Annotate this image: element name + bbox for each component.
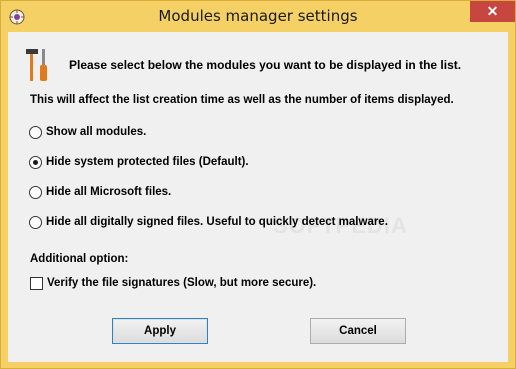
radio-button[interactable] [29,215,42,229]
header-instruction: Please select below the modules you want… [69,58,462,72]
verify-signatures-checkbox[interactable] [30,276,43,290]
radio-button[interactable] [29,185,42,199]
tools-icon [25,47,51,83]
apply-button[interactable]: Apply [112,318,208,344]
cancel-button[interactable]: Cancel [310,318,406,344]
radio-button-selected[interactable] [29,155,42,169]
window-title: Modules manager settings [158,7,358,25]
close-button[interactable]: ✕ [470,1,515,22]
option-hide-system[interactable]: Hide system protected files (Default). [29,153,249,171]
close-icon: ✕ [486,3,499,19]
info-text: This will affect the list creation time … [30,94,454,106]
option-show-all[interactable]: Show all modules. [29,123,146,141]
dialog-content: Please select below the modules you want… [8,32,508,362]
option-label: Hide system protected files (Default). [46,156,249,168]
radio-button[interactable] [29,125,42,139]
dialog-window: Modules manager settings ✕ Please select… [0,0,516,369]
watermark: SOFTPEDIA [273,213,408,238]
option-hide-microsoft[interactable]: Hide all Microsoft files. [29,183,171,201]
checkbox-label: Verify the file signatures (Slow, but mo… [47,277,317,289]
title-bar: Modules manager settings ✕ [1,1,515,33]
option-label: Show all modules. [46,126,147,138]
option-label: Hide all Microsoft files. [46,186,172,198]
additional-option-heading: Additional option: [30,253,129,265]
verify-signatures-option[interactable]: Verify the file signatures (Slow, but mo… [30,274,316,292]
